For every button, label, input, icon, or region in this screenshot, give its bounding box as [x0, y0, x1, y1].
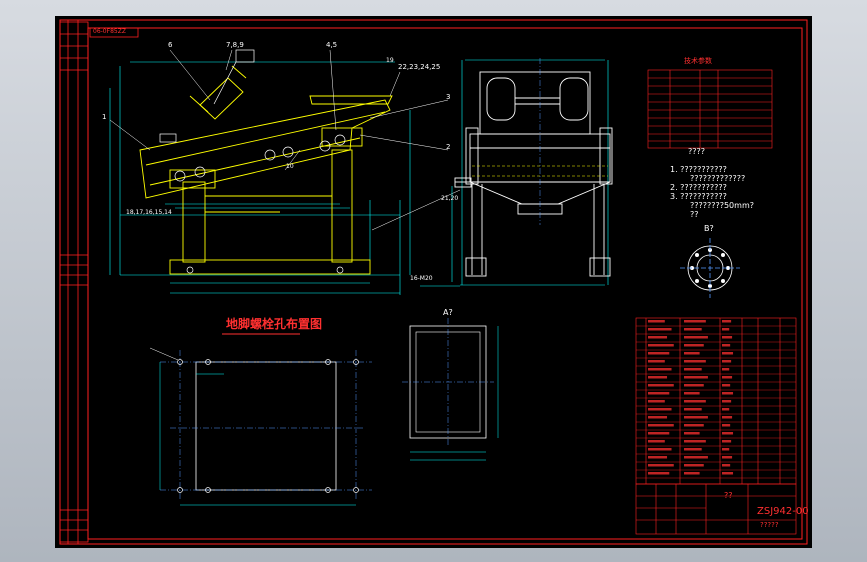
- parts-entry-mark: [648, 336, 668, 339]
- parts-entry-mark: [722, 360, 732, 363]
- parts-entry-mark: [648, 344, 674, 347]
- parts-entry-mark: [684, 352, 700, 355]
- parts-entry-mark: [722, 376, 733, 379]
- drawing-code-label: 06-0F85ZZ: [93, 28, 126, 35]
- parts-entry-mark: [648, 448, 672, 451]
- parts-entry-mark: [648, 368, 672, 371]
- parts-entry-mark: [722, 424, 731, 427]
- parts-entry-mark: [722, 368, 730, 371]
- parts-entry-mark: [684, 472, 700, 475]
- parts-entry-mark: [684, 344, 704, 347]
- leader-label-21-20: 21,20: [441, 195, 459, 202]
- parts-entry-mark: [722, 384, 731, 387]
- leader-label-3: 3: [446, 93, 451, 101]
- parts-entry-mark: [722, 328, 730, 331]
- parts-entry-mark: [722, 400, 732, 403]
- title-block-label: ?????: [760, 521, 779, 529]
- leader-label-10: 10: [286, 163, 294, 170]
- parts-entry-mark: [722, 336, 733, 339]
- parts-entry-mark: [684, 320, 706, 323]
- parts-entry-mark: [684, 432, 700, 435]
- leader-label-22-25: 22,23,24,25: [398, 63, 441, 71]
- parts-entry-mark: [684, 440, 706, 443]
- parts-entry-mark: [684, 328, 702, 331]
- cad-drawing[interactable]: [0, 0, 867, 562]
- parts-entry-mark: [648, 416, 668, 419]
- parts-entry-mark: [684, 408, 702, 411]
- leader-label-m20: 16-M20: [410, 275, 433, 282]
- parts-entry-mark: [684, 456, 708, 459]
- parts-entry-mark: [648, 432, 670, 435]
- parts-entry-mark: [648, 352, 670, 355]
- note-line-1: 1. ???????????: [670, 165, 727, 174]
- parts-entry-mark: [684, 376, 708, 379]
- title-block-qmark: ??: [724, 491, 733, 500]
- parts-entry-mark: [648, 408, 672, 411]
- note-line-5: ????????50mm?: [690, 201, 754, 210]
- parts-entry-mark: [648, 424, 674, 427]
- section-b-label: B?: [704, 224, 714, 233]
- parts-entry-mark: [722, 416, 733, 419]
- section-a-label: A?: [443, 308, 453, 317]
- parts-entry-mark: [648, 440, 665, 443]
- drawing-number: ZSJ942-00: [757, 506, 809, 517]
- leader-label-1: 1: [102, 113, 107, 121]
- parts-entry-mark: [684, 360, 706, 363]
- tech-table-title: 技术参数: [684, 57, 712, 65]
- parts-entry-mark: [722, 352, 734, 355]
- note-line-3: 2. ???????????: [670, 183, 727, 192]
- parts-entry-mark: [684, 416, 708, 419]
- note-line-2: ?????????????: [690, 174, 746, 183]
- note-line-6: ??: [690, 210, 699, 219]
- parts-entry-mark: [684, 400, 706, 403]
- parts-entry-mark: [648, 360, 665, 363]
- leader-label-6: 6: [168, 41, 173, 49]
- parts-entry-mark: [684, 464, 704, 467]
- parts-entry-mark: [684, 368, 702, 371]
- parts-entry-mark: [684, 392, 700, 395]
- parts-entry-mark: [648, 392, 670, 395]
- parts-entry-mark: [722, 456, 733, 459]
- parts-entry-mark: [684, 448, 702, 451]
- parts-entry-mark: [648, 320, 665, 323]
- parts-entry-mark: [722, 472, 734, 475]
- parts-entry-mark: [648, 400, 665, 403]
- parts-entry-mark: [722, 464, 731, 467]
- leader-label-7-8-9: 7,8,9: [226, 41, 244, 49]
- leader-label-2: 2: [446, 143, 451, 151]
- leader-label-19: 19: [386, 57, 394, 64]
- bolt-plan-title: 地脚螺栓孔布置图: [226, 317, 323, 331]
- parts-entry-mark: [684, 424, 704, 427]
- parts-entry-mark: [648, 472, 670, 475]
- parts-entry-mark: [648, 456, 668, 459]
- figure-caption: ????: [688, 147, 705, 156]
- parts-entry-mark: [722, 440, 732, 443]
- parts-entry-mark: [648, 384, 674, 387]
- leader-label-4-5: 4,5: [326, 41, 338, 49]
- parts-entry-mark: [722, 432, 734, 435]
- parts-entry-mark: [648, 328, 672, 331]
- parts-entry-mark: [722, 344, 731, 347]
- note-line-4: 3. ???????????: [670, 192, 727, 201]
- parts-entry-mark: [684, 336, 708, 339]
- parts-entry-mark: [648, 464, 674, 467]
- parts-entry-mark: [722, 320, 732, 323]
- parts-entry-mark: [722, 448, 730, 451]
- parts-entry-mark: [648, 376, 668, 379]
- parts-entry-mark: [722, 392, 734, 395]
- parts-entry-mark: [722, 408, 730, 411]
- leader-label-18-14: 18,17,16,15,14: [126, 209, 172, 216]
- parts-entry-mark: [684, 384, 704, 387]
